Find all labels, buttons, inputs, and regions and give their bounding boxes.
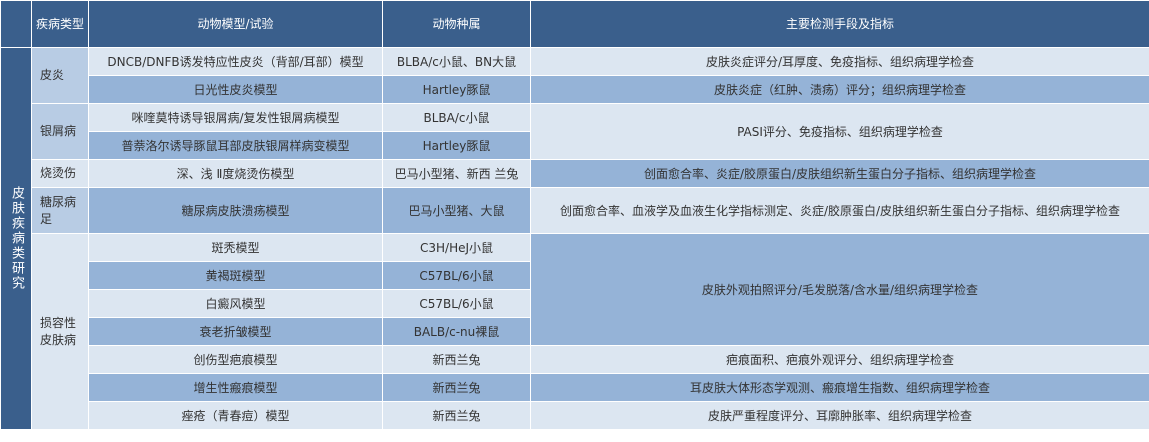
table-row: 痤疮（青春痘）模型 新西兰兔 皮肤严重程度评分、耳廓肿胀率、组织病理学检查: [1, 401, 1149, 430]
cell-species: C3H/HeJ小鼠: [382, 233, 531, 262]
table-row: 烧烫伤 深、浅 Ⅱ度烧烫伤模型 巴马小型猪、新西 兰兔 创面愈合率、炎症/胶原蛋…: [1, 159, 1149, 188]
cell-method: 皮肤炎症（红肿、渍疡）评分；组织病理学检查: [530, 75, 1149, 104]
disease-model-table: 疾病类型 动物模型/试验 动物种属 主要检测手段及指标 皮肤疾病类研究 皮炎 D…: [0, 0, 1149, 430]
cell-species: 新西兰兔: [382, 373, 531, 402]
cell-species: BLBA/c小鼠、BN大鼠: [382, 47, 531, 76]
cell-method: 创面愈合率、血液学及血液生化学指标测定、炎症/胶原蛋白/皮肤组织新生蛋白分子指标…: [530, 187, 1149, 234]
cell-model: 斑秃模型: [88, 233, 383, 262]
cell-method: 皮肤严重程度评分、耳廓肿胀率、组织病理学检查: [530, 401, 1149, 430]
cell-species: 新西兰兔: [382, 401, 531, 430]
table-row: 增生性瘢痕模型 新西兰兔 耳皮肤大体形态学观测、瘢痕增生指数、组织病理学检查: [1, 373, 1149, 402]
cell-method: 创面愈合率、炎症/胶原蛋白/皮肤组织新生蛋白分子指标、组织病理学检查: [530, 159, 1149, 188]
header-detection-method: 主要检测手段及指标: [530, 0, 1149, 48]
cell-method: PASI评分、免疫指标、组织病理学检查: [530, 103, 1149, 160]
cell-species: 新西兰兔: [382, 345, 531, 374]
cell-model: 增生性瘢痕模型: [88, 373, 383, 402]
table-row: 创伤型疤痕模型 新西兰兔 疤痕面积、疤痕外观评分、组织病理学检查: [1, 345, 1149, 374]
table-row: 糖尿病足 糖尿病皮肤溃疡模型 巴马小型猪、大鼠 创面愈合率、血液学及血液生化学指…: [1, 187, 1149, 234]
cell-model: 创伤型疤痕模型: [88, 345, 383, 374]
table-row: 皮肤疾病类研究 皮炎 DNCB/DNFB诱发特应性皮炎（背部/耳部）模型 BLB…: [0, 47, 1149, 430]
cell-model: 糖尿病皮肤溃疡模型: [88, 187, 383, 234]
cell-method: 皮肤外观拍照评分/毛发脱落/含水量/组织病理学检查: [530, 233, 1149, 346]
cell-model: 深、浅 Ⅱ度烧烫伤模型: [88, 159, 383, 188]
cell-species: BLBA/c小鼠: [382, 103, 531, 132]
cell-species: 巴马小型猪、大鼠: [382, 187, 531, 234]
disease-group-cosmetic: 损容性皮肤病: [31, 233, 89, 430]
disease-group-burn: 烧烫伤: [31, 159, 89, 188]
table-row: 银屑病 咪喹莫特诱导银屑病/复发性银屑病模型 BLBA/c小鼠 PASI评分、免…: [1, 103, 1149, 160]
header-animal-model: 动物模型/试验: [88, 0, 383, 48]
cell-species: Hartley豚鼠: [382, 75, 531, 104]
table-row: 日光性皮炎模型 Hartley豚鼠 皮肤炎症（红肿、渍疡）评分；组织病理学检查: [1, 75, 1149, 104]
header-side-spacer: [0, 0, 32, 48]
disease-group-psoriasis: 银屑病: [31, 103, 89, 160]
table-row: 损容性皮肤病 斑秃模型 C3H/HeJ小鼠 皮肤外观拍照评分/毛发脱落/含水量/…: [1, 233, 1149, 430]
cell-method: 疤痕面积、疤痕外观评分、组织病理学检查: [530, 345, 1149, 374]
table-header-row: 疾病类型 动物模型/试验 动物种属 主要检测手段及指标: [0, 0, 1149, 48]
disease-group-diabetic-foot: 糖尿病足: [31, 187, 89, 234]
cell-species: Hartley豚鼠: [382, 131, 531, 160]
cell-species: C57BL/6小鼠: [382, 289, 531, 318]
cell-model: 普萘洛尔诱导豚鼠耳部皮肤银屑样病变模型: [88, 131, 383, 160]
cell-species: 巴马小型猪、新西 兰兔: [382, 159, 531, 188]
cell-model: 咪喹莫特诱导银屑病/复发性银屑病模型: [88, 103, 383, 132]
cell-model: DNCB/DNFB诱发特应性皮炎（背部/耳部）模型: [88, 47, 383, 76]
cell-method: 皮肤炎症评分/耳厚度、免疫指标、组织病理学检查: [530, 47, 1149, 76]
cell-method: 耳皮肤大体形态学观测、瘢痕增生指数、组织病理学检查: [530, 373, 1149, 402]
disease-group-dermatitis: 皮炎: [31, 47, 89, 104]
side-category-label: 皮肤疾病类研究: [0, 47, 32, 430]
cell-species: C57BL/6小鼠: [382, 261, 531, 290]
cell-model: 白癜风模型: [88, 289, 383, 318]
header-animal-species: 动物种属: [382, 0, 531, 48]
cell-model: 黄褐斑模型: [88, 261, 383, 290]
cell-model: 痤疮（青春痘）模型: [88, 401, 383, 430]
cell-model: 衰老折皱模型: [88, 317, 383, 346]
header-disease-type: 疾病类型: [31, 0, 89, 48]
cell-model: 日光性皮炎模型: [88, 75, 383, 104]
cell-species: BALB/c-nu裸鼠: [382, 317, 531, 346]
